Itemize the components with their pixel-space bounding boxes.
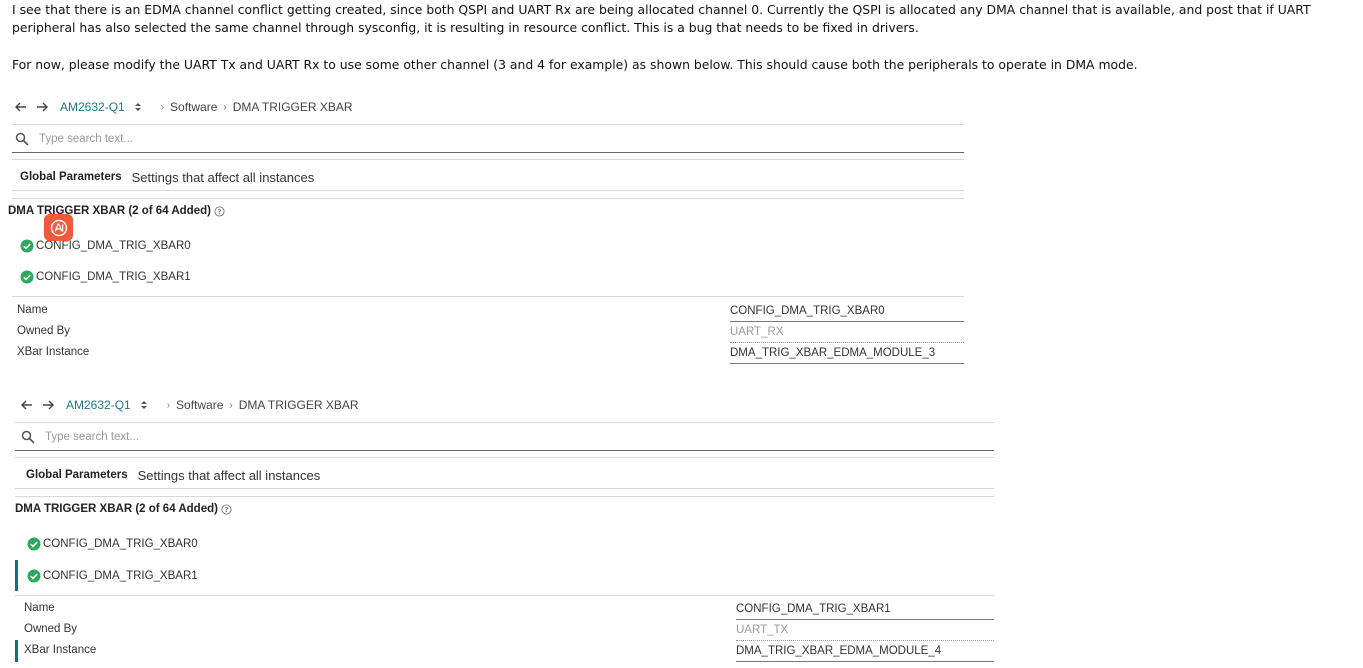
module-title-text: DMA TRIGGER XBAR (2 of 64 Added) bbox=[15, 503, 218, 515]
instance-label: CONFIG_DMA_TRIG_XBAR0 bbox=[36, 240, 191, 252]
forward-arrow-icon[interactable] bbox=[39, 396, 57, 414]
divider bbox=[15, 457, 994, 458]
search-input[interactable] bbox=[39, 133, 639, 145]
back-arrow-icon[interactable] bbox=[12, 98, 30, 116]
help-circle-icon[interactable]: ? bbox=[221, 503, 232, 515]
divider bbox=[12, 198, 964, 199]
divider bbox=[15, 496, 994, 497]
xbar-instance-field[interactable]: DMA_TRIG_XBAR_EDMA_MODULE_3 bbox=[730, 346, 964, 364]
back-arrow-icon[interactable] bbox=[18, 396, 36, 414]
forward-arrow-icon[interactable] bbox=[33, 98, 51, 116]
divider bbox=[15, 595, 994, 596]
selected-instance-indicator bbox=[15, 560, 18, 591]
breadcrumb-software[interactable]: Software bbox=[170, 100, 217, 114]
instance-label: CONFIG_DMA_TRIG_XBAR1 bbox=[43, 570, 198, 582]
breadcrumb-software[interactable]: Software bbox=[176, 398, 223, 412]
device-selector[interactable]: AM2632-Q1 bbox=[60, 100, 125, 114]
xbar-instance-field[interactable]: DMA_TRIG_XBAR_EDMA_MODULE_4 bbox=[736, 644, 994, 662]
search-bar bbox=[15, 424, 994, 451]
check-circle-icon bbox=[20, 270, 34, 284]
check-circle-icon bbox=[27, 537, 41, 551]
name-field[interactable]: CONFIG_DMA_TRIG_XBAR0 bbox=[730, 304, 964, 322]
global-parameters-row[interactable]: Global Parameters Settings that affect a… bbox=[12, 164, 314, 190]
owned-by-value: UART_TX bbox=[736, 623, 994, 641]
breadcrumb-dma-trigger-xbar: DMA TRIGGER XBAR bbox=[238, 398, 359, 412]
module-title: DMA TRIGGER XBAR (2 of 64 Added) ? bbox=[15, 503, 232, 515]
check-circle-icon bbox=[20, 239, 34, 253]
global-parameters-description: Settings that affect all instances bbox=[137, 467, 321, 483]
divider bbox=[12, 296, 964, 297]
instance-label: CONFIG_DMA_TRIG_XBAR0 bbox=[43, 538, 198, 550]
device-selector[interactable]: AM2632-Q1 bbox=[66, 398, 131, 412]
sysconfig-panel-uart-tx: AM2632-Q1 › Software › DMA TRIGGER XBAR … bbox=[15, 394, 994, 668]
sort-updown-icon[interactable] bbox=[139, 398, 149, 412]
navigation-bar: AM2632-Q1 › Software › DMA TRIGGER XBAR bbox=[18, 394, 359, 416]
navigation-bar: AM2632-Q1 › Software › DMA TRIGGER XBAR bbox=[12, 96, 353, 118]
divider bbox=[12, 190, 964, 191]
global-parameters-description: Settings that affect all instances bbox=[131, 169, 315, 185]
owned-by-label: Owned By bbox=[24, 623, 78, 635]
ai-assistant-icon[interactable] bbox=[44, 214, 73, 241]
instance-item[interactable]: CONFIG_DMA_TRIG_XBAR1 bbox=[20, 267, 191, 287]
chevron-right-icon: › bbox=[223, 101, 227, 113]
owned-by-value: UART_RX bbox=[730, 325, 964, 343]
svg-text:?: ? bbox=[224, 506, 228, 514]
sort-updown-icon[interactable] bbox=[133, 100, 143, 114]
xbar-instance-label: XBar Instance bbox=[24, 644, 97, 656]
selected-property-indicator bbox=[15, 640, 18, 662]
name-label: Name bbox=[24, 602, 55, 614]
breadcrumb-dma-trigger-xbar: DMA TRIGGER XBAR bbox=[232, 100, 353, 114]
search-input[interactable] bbox=[45, 431, 645, 443]
xbar-instance-label: XBar Instance bbox=[17, 346, 90, 358]
instance-label: CONFIG_DMA_TRIG_XBAR1 bbox=[36, 271, 191, 283]
help-circle-icon[interactable]: ? bbox=[214, 205, 225, 217]
check-circle-icon bbox=[27, 569, 41, 583]
module-title-text: DMA TRIGGER XBAR (2 of 64 Added) bbox=[8, 205, 211, 217]
name-field[interactable]: CONFIG_DMA_TRIG_XBAR1 bbox=[736, 602, 994, 620]
module-title: DMA TRIGGER XBAR (2 of 64 Added) ? bbox=[8, 205, 225, 217]
chevron-right-icon: › bbox=[229, 399, 233, 411]
search-bar bbox=[12, 126, 964, 153]
instance-item[interactable]: CONFIG_DMA_TRIG_XBAR0 bbox=[27, 534, 198, 554]
divider bbox=[15, 488, 994, 489]
svg-text:?: ? bbox=[217, 208, 221, 216]
name-label: Name bbox=[17, 304, 48, 316]
chevron-right-icon: › bbox=[160, 101, 165, 113]
chevron-right-icon: › bbox=[166, 399, 171, 411]
global-parameters-title: Global Parameters bbox=[26, 469, 128, 481]
paragraph-workaround: For now, please modify the UART Tx and U… bbox=[12, 57, 1138, 72]
divider bbox=[15, 422, 994, 423]
global-parameters-row[interactable]: Global Parameters Settings that affect a… bbox=[18, 462, 320, 488]
instance-item-selected[interactable]: CONFIG_DMA_TRIG_XBAR1 bbox=[27, 566, 198, 586]
owned-by-label: Owned By bbox=[17, 325, 71, 337]
divider bbox=[12, 124, 964, 125]
search-icon bbox=[15, 132, 29, 146]
global-parameters-title: Global Parameters bbox=[20, 171, 122, 183]
divider bbox=[12, 159, 964, 160]
search-icon bbox=[21, 430, 35, 444]
sysconfig-panel-uart-rx: AM2632-Q1 › Software › DMA TRIGGER XBAR … bbox=[8, 96, 964, 368]
paragraph-channel-conflict: I see that there is an EDMA channel conf… bbox=[12, 2, 1311, 35]
